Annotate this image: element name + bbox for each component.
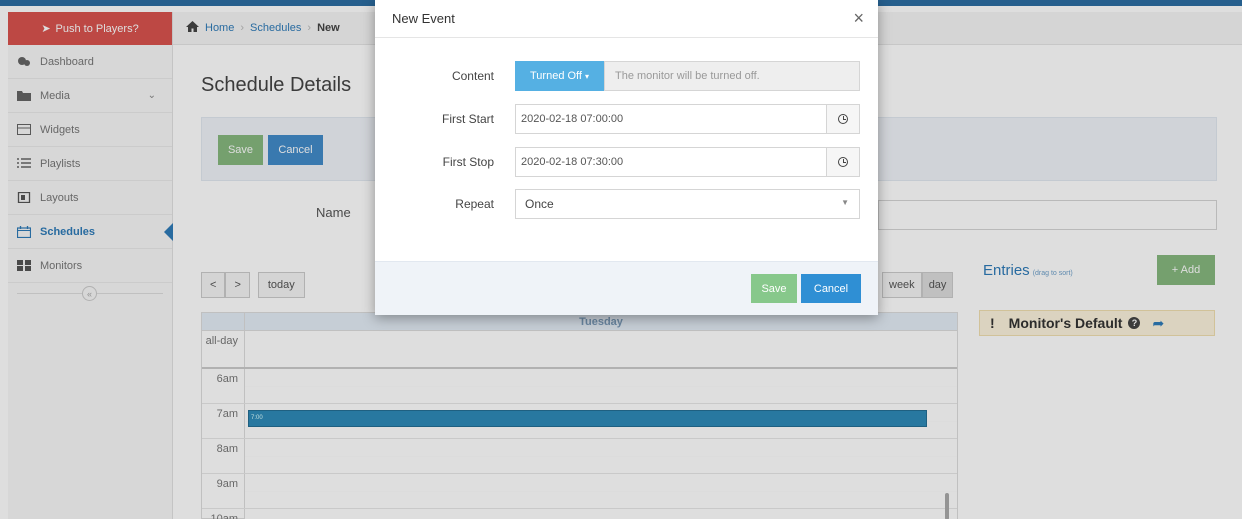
first-stop-label: First Stop [442, 155, 494, 169]
first-start-picker-button[interactable] [827, 104, 860, 134]
dialog-title: New Event [392, 11, 455, 26]
content-dropdown-button[interactable]: Turned Off ▾ [515, 61, 604, 91]
clock-icon [838, 114, 848, 124]
first-start-row: First Start 2020-02-18 07:00:00 [375, 104, 878, 134]
content-label: Content [451, 69, 494, 83]
content-value: Turned Off [530, 70, 582, 82]
caret-down-icon: ▾ [584, 71, 589, 81]
dialog-save-button[interactable]: Save [751, 274, 797, 303]
close-icon[interactable]: × [853, 9, 864, 27]
first-stop-picker-button[interactable] [827, 147, 860, 177]
repeat-select[interactable]: Once ▼ [515, 189, 860, 219]
dialog-footer: Save Cancel [375, 261, 878, 315]
first-start-label: First Start [441, 112, 494, 126]
first-start-input[interactable]: 2020-02-18 07:00:00 [515, 104, 827, 134]
content-row: Content Turned Off ▾ The monitor will be… [375, 61, 878, 91]
clock-icon [838, 157, 848, 167]
dialog-header: New Event × [375, 0, 878, 38]
first-stop-input[interactable]: 2020-02-18 07:30:00 [515, 147, 827, 177]
new-event-dialog: New Event × Content Turned Off ▾ The mon… [375, 0, 878, 315]
repeat-value: Once [525, 197, 554, 211]
content-description-field: The monitor will be turned off. [604, 61, 860, 91]
dialog-cancel-button[interactable]: Cancel [801, 274, 861, 303]
repeat-row: Repeat Once ▼ [375, 189, 878, 219]
first-stop-row: First Stop 2020-02-18 07:30:00 [375, 147, 878, 177]
chevron-down-icon: ▼ [841, 198, 849, 207]
repeat-label: Repeat [455, 197, 494, 211]
